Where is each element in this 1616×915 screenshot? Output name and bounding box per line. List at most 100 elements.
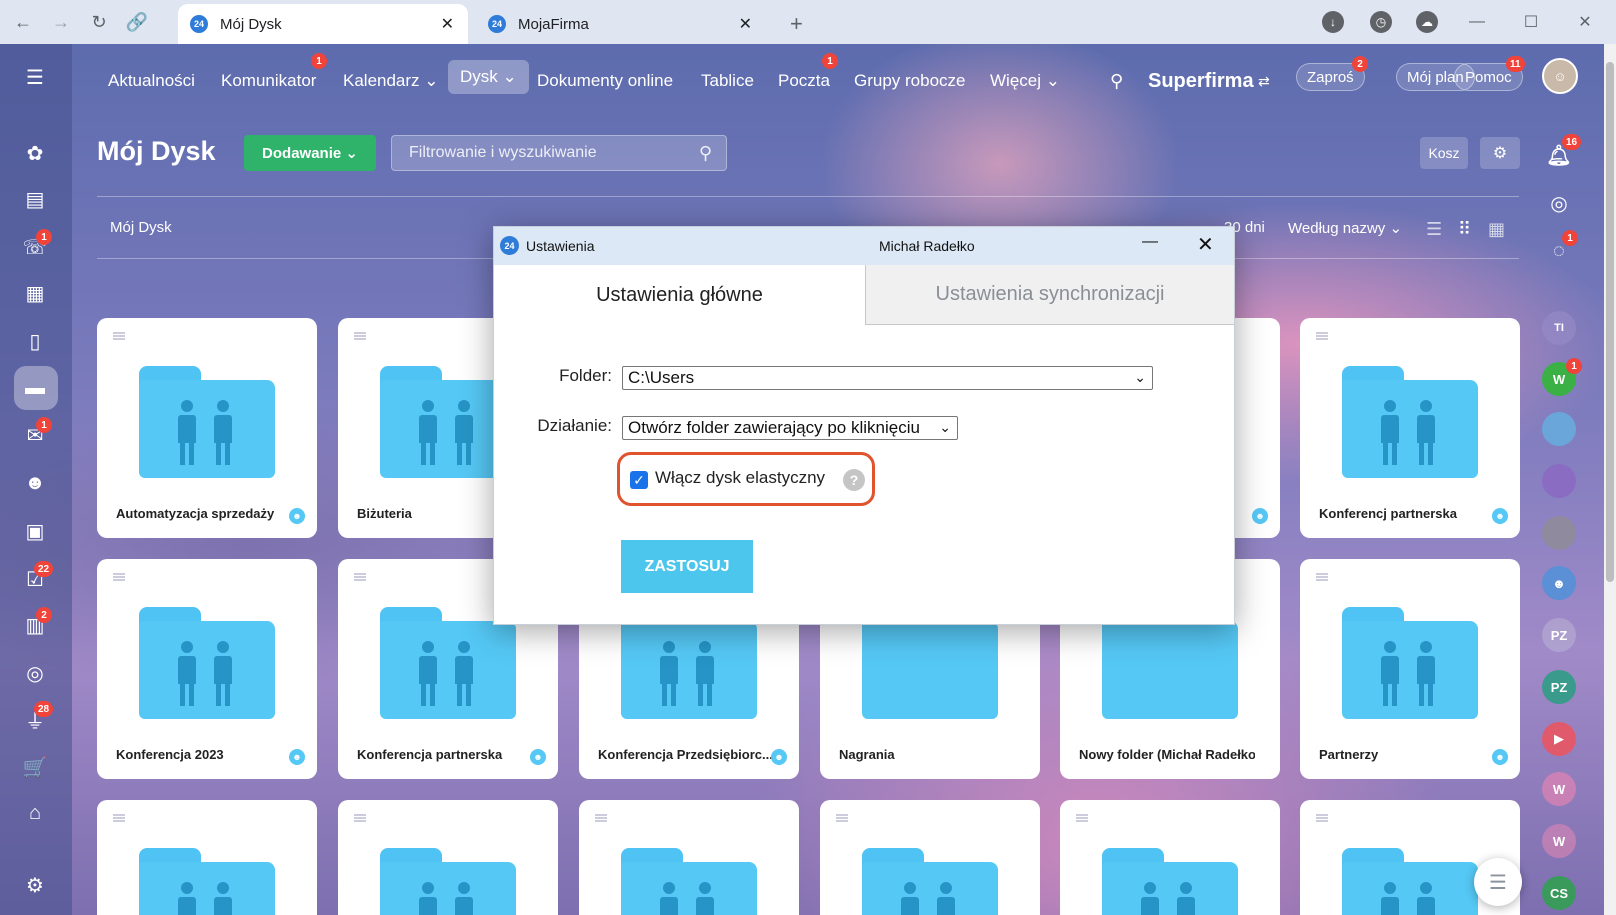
folder-tile[interactable]: Konferencj partnerska ☻ <box>1300 318 1520 538</box>
link-icon[interactable]: 🔗 <box>122 7 152 37</box>
document-icon[interactable]: ▯ <box>22 328 48 354</box>
chevron-down-icon: ⌄ <box>939 419 951 435</box>
window-close-icon[interactable]: ✕ <box>1560 0 1610 44</box>
drive-icon[interactable]: ▬ <box>22 375 48 401</box>
user-avatar[interactable]: ☺ <box>1542 58 1578 94</box>
cart-icon[interactable]: 🛒 <box>22 754 48 780</box>
drag-handle-icon[interactable] <box>1316 573 1328 581</box>
pulse-icon[interactable]: ◎ <box>1542 186 1576 220</box>
store-icon[interactable]: ⌂ <box>22 800 48 826</box>
settings-icon[interactable]: ⚙ <box>22 872 48 898</box>
rail-badge: 28 <box>34 701 54 717</box>
folder-tile[interactable] <box>1060 800 1280 915</box>
nav-kalendarz[interactable]: Kalendarz ⌄ <box>343 66 439 96</box>
scrollbar-thumb[interactable] <box>1606 62 1614 582</box>
shared-icon: ☻ <box>771 749 787 765</box>
folder-select[interactable]: C:\Users ⌄ <box>622 366 1153 390</box>
back-icon[interactable]: ← <box>8 7 38 37</box>
action-select[interactable]: Otwórz folder zawierający po kliknięciu … <box>622 416 958 440</box>
tab-close-icon[interactable]: ✕ <box>739 14 752 34</box>
tab-title: MojaFirma <box>518 15 589 33</box>
browser-tab[interactable]: 24 MojaFirma ✕ <box>476 4 766 44</box>
avatar[interactable] <box>1542 464 1576 498</box>
folder-tile[interactable]: Automatyzacja sprzedaży ☻ <box>97 318 317 538</box>
drag-handle-icon[interactable] <box>113 573 125 581</box>
tab-close-icon[interactable]: ✕ <box>441 14 454 34</box>
avatar[interactable]: PZ <box>1542 670 1576 704</box>
window-maximize-icon[interactable]: ☐ <box>1506 0 1556 44</box>
help-icon[interactable]: ? <box>843 469 865 491</box>
breadcrumb[interactable]: Mój Dysk <box>110 219 172 236</box>
search-icon[interactable]: ⚲ <box>1110 66 1123 96</box>
drag-handle-icon[interactable] <box>113 814 125 822</box>
sort-dropdown[interactable]: Według nazwy ⌄ <box>1288 219 1402 237</box>
video-avatar[interactable]: ▶ <box>1542 722 1576 756</box>
nav-dysk[interactable]: Dysk ⌄ <box>448 60 529 94</box>
calendar-icon[interactable]: ▦ <box>22 280 48 306</box>
folder-tile[interactable]: Konferencja 2023 ☻ <box>97 559 317 779</box>
flexible-drive-checkbox[interactable]: ✓ <box>630 471 648 489</box>
avatar[interactable] <box>1542 516 1576 550</box>
news-icon[interactable]: ▤ <box>22 186 48 212</box>
folder-tile[interactable] <box>97 800 317 915</box>
feed-icon[interactable]: ✿ <box>22 140 48 166</box>
nav-aktualnosci[interactable]: Aktualności <box>108 66 195 96</box>
close-icon[interactable]: ✕ <box>1197 232 1214 257</box>
company-switch-icon[interactable]: ⇄ <box>1258 66 1270 96</box>
drag-handle-icon[interactable] <box>354 332 366 340</box>
view-grid-icon[interactable]: ⠿ <box>1458 219 1471 240</box>
nav-dokumenty-online[interactable]: Dokumenty online <box>537 66 673 96</box>
drag-handle-icon[interactable] <box>1316 332 1328 340</box>
folder-tile[interactable] <box>820 800 1040 915</box>
scrollbar[interactable] <box>1604 44 1616 915</box>
minimize-icon[interactable]: — <box>1142 233 1158 251</box>
drag-handle-icon[interactable] <box>1076 814 1088 822</box>
nav-komunikator[interactable]: Komunikator <box>221 66 316 96</box>
list-menu-icon[interactable]: ☰ <box>1474 858 1522 906</box>
avatar[interactable]: CS <box>1542 876 1576 910</box>
drag-handle-icon[interactable] <box>595 814 607 822</box>
folder-tile[interactable]: Partnerzy ☻ <box>1300 559 1520 779</box>
tab-sync-settings[interactable]: Ustawienia synchronizacji <box>865 265 1234 325</box>
search-input[interactable]: Filtrowanie i wyszukiwanie ⚲ <box>391 135 727 171</box>
avatar[interactable] <box>1542 412 1576 446</box>
drag-handle-icon[interactable] <box>354 814 366 822</box>
nav-poczta[interactable]: Poczta <box>778 66 830 96</box>
folder-tile[interactable] <box>579 800 799 915</box>
target-icon[interactable]: ◎ <box>22 660 48 686</box>
tab-main-settings[interactable]: Ustawienia główne <box>494 265 865 325</box>
download-icon[interactable]: ↓ <box>1322 11 1344 33</box>
nav-grupy-robocze[interactable]: Grupy robocze <box>854 66 966 96</box>
view-list-icon[interactable]: ☰ <box>1426 219 1442 240</box>
folder-tile[interactable] <box>338 800 558 915</box>
flexible-drive-label[interactable]: Włącz dysk elastyczny <box>655 468 825 488</box>
menu-icon[interactable]: ☰ <box>22 64 48 90</box>
avatar[interactable]: PZ <box>1542 618 1576 652</box>
reload-icon[interactable]: ↻ <box>84 7 114 37</box>
nav-wiecej[interactable]: Więcej ⌄ <box>990 66 1060 96</box>
window-minimize-icon[interactable]: — <box>1452 0 1502 44</box>
avatar[interactable]: W <box>1542 824 1576 858</box>
forward-icon[interactable]: → <box>46 7 76 37</box>
drag-handle-icon[interactable] <box>354 573 366 581</box>
new-tab-icon[interactable]: + <box>778 4 815 44</box>
drag-handle-icon[interactable] <box>1316 814 1328 822</box>
team-icon[interactable]: ☻ <box>22 470 48 496</box>
gear-icon[interactable]: ⚙ <box>1480 137 1520 169</box>
apply-button[interactable]: ZASTOSUJ <box>621 540 753 593</box>
cloud-icon[interactable]: ☁ <box>1416 11 1438 33</box>
history-icon[interactable]: ◷ <box>1370 11 1392 33</box>
group-avatar[interactable]: ☻ <box>1542 566 1576 600</box>
dialog-titlebar[interactable]: 24 Ustawienia Michał Radełko — ✕ <box>494 227 1234 265</box>
avatar[interactable]: W <box>1542 772 1576 806</box>
browser-tab-active[interactable]: 24 Mój Dysk ✕ <box>178 4 468 44</box>
company-name[interactable]: Superfirma <box>1148 66 1254 96</box>
avatar[interactable]: TI <box>1542 311 1576 345</box>
trash-button[interactable]: Kosz <box>1420 137 1468 169</box>
drag-handle-icon[interactable] <box>113 332 125 340</box>
drag-handle-icon[interactable] <box>836 814 848 822</box>
board-icon[interactable]: ▣ <box>22 518 48 544</box>
nav-tablice[interactable]: Tablice <box>701 66 754 96</box>
view-tiles-icon[interactable]: ▦ <box>1488 219 1505 240</box>
add-button[interactable]: Dodawanie ⌄ <box>244 135 376 171</box>
